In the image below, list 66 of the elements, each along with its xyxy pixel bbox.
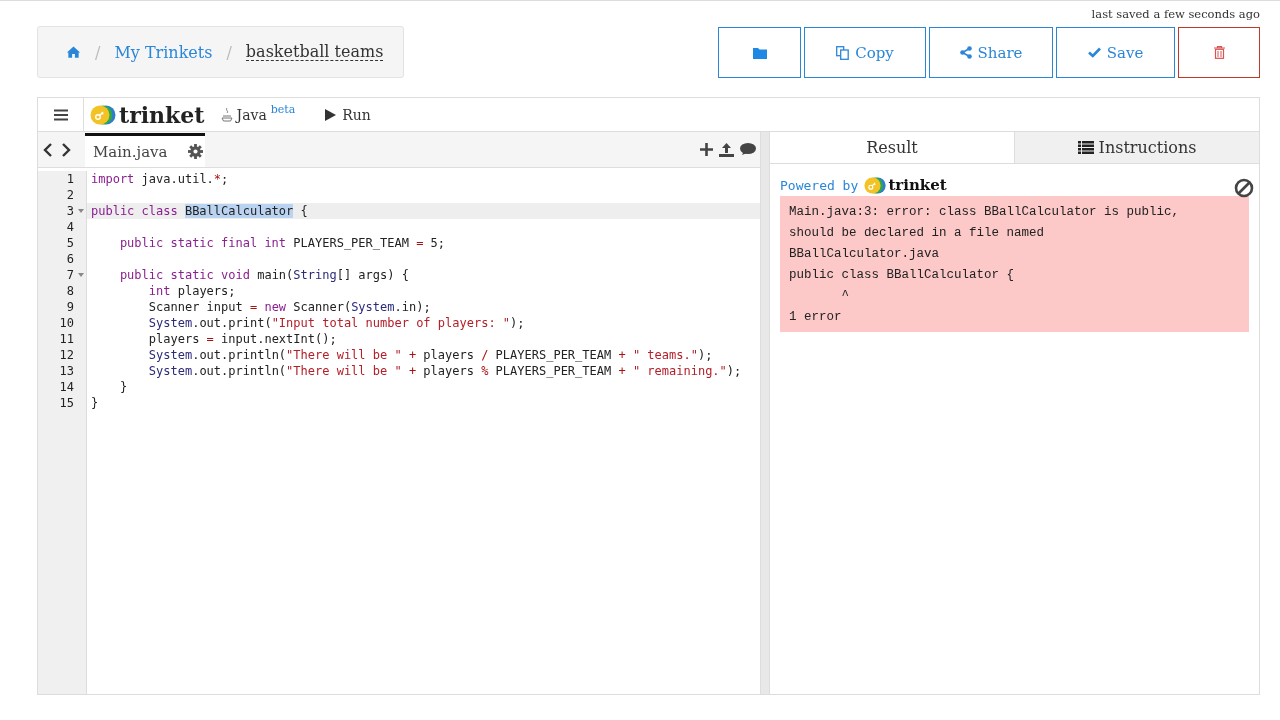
share-icon (959, 46, 972, 59)
trinket-logo-icon (864, 176, 887, 194)
folder-button[interactable] (718, 27, 801, 78)
trinket-logo: trinket (90, 101, 205, 128)
code-line: public class BBallCalculator { (91, 203, 308, 219)
my-trinkets-link[interactable]: My Trinkets (114, 42, 213, 62)
line-number: 11 (59, 332, 74, 346)
cup-icon (220, 106, 233, 123)
list-icon (1077, 141, 1094, 154)
breadcrumb-separator: / (95, 42, 101, 62)
trash-icon (1213, 46, 1225, 59)
upload-icon[interactable] (719, 142, 734, 157)
language-label: Java (236, 106, 267, 123)
menu-icon[interactable] (53, 108, 68, 121)
line-number: 6 (66, 252, 74, 266)
last-saved-text: last saved a few seconds ago (1091, 7, 1260, 23)
chevron-left-icon[interactable] (43, 142, 53, 157)
line-number: 8 (66, 284, 74, 298)
run-button[interactable]: Run (325, 106, 371, 123)
fold-icon[interactable] (78, 273, 84, 277)
line-number: 15 (59, 396, 74, 410)
check-icon (1087, 47, 1101, 58)
save-button[interactable]: Save (1056, 27, 1175, 78)
home-icon[interactable] (66, 45, 81, 59)
copy-button[interactable]: Copy (804, 27, 926, 78)
file-tab[interactable]: Main.java (85, 133, 205, 167)
code-line: System.out.println("There will be " + players % PLAYERS_PER_TEAM + " remaining."); (147, 363, 742, 379)
code-line: Scanner input = new Scanner(System.in); (147, 299, 431, 315)
line-number: 3 (66, 204, 74, 218)
code-line: public static void main(String[] args) { (118, 267, 409, 283)
instructions-tab[interactable]: Instructions (1015, 132, 1259, 163)
chevron-right-icon[interactable] (61, 142, 71, 157)
line-number: 7 (66, 268, 74, 282)
code-line: public static final int PLAYERS_PER_TEAM = 5; (118, 235, 446, 251)
line-number: 5 (66, 236, 74, 250)
share-button[interactable]: Share (929, 27, 1053, 78)
folder-icon (752, 46, 767, 59)
play-icon (325, 108, 337, 121)
line-number: 9 (66, 300, 74, 314)
beta-tag: beta (270, 103, 296, 116)
plus-icon[interactable] (700, 142, 713, 156)
gear-icon[interactable] (187, 144, 203, 159)
code-line: } (118, 379, 128, 395)
code-line: int players; (147, 283, 236, 299)
line-number: 10 (59, 316, 74, 330)
trinket-logo-icon (90, 104, 116, 125)
trinket-logo: trinket (864, 176, 947, 194)
breadcrumb-separator: / (226, 42, 232, 62)
error-output: Main.java:3: error: class BBallCalculator is public, should be declared in a file named BBallCalculator.java public class BBallCalculator { ^ 1 error (780, 196, 1249, 332)
code-line: } (91, 395, 99, 411)
code-line: players = input.nextInt(); (147, 331, 337, 347)
line-number: 13 (59, 364, 74, 378)
line-number: 14 (59, 380, 74, 394)
powered-by-text: Powered by (780, 177, 859, 193)
delete-button[interactable] (1178, 27, 1260, 78)
line-number: 12 (59, 348, 74, 362)
clear-icon[interactable] (1234, 178, 1254, 198)
speech-bubble-icon[interactable] (740, 142, 756, 156)
line-number: 1 (66, 172, 74, 186)
trinket-title[interactable]: basketball teams (245, 42, 384, 62)
code-line: import java.util.*; (91, 171, 229, 187)
line-number: 4 (66, 220, 74, 234)
line-number: 2 (66, 188, 74, 202)
code-line: System.out.println("There will be " + players / PLAYERS_PER_TEAM + " teams."); (147, 347, 713, 363)
code-line: System.out.print("Input total number of players: "); (147, 315, 525, 331)
copy-icon (836, 45, 850, 60)
